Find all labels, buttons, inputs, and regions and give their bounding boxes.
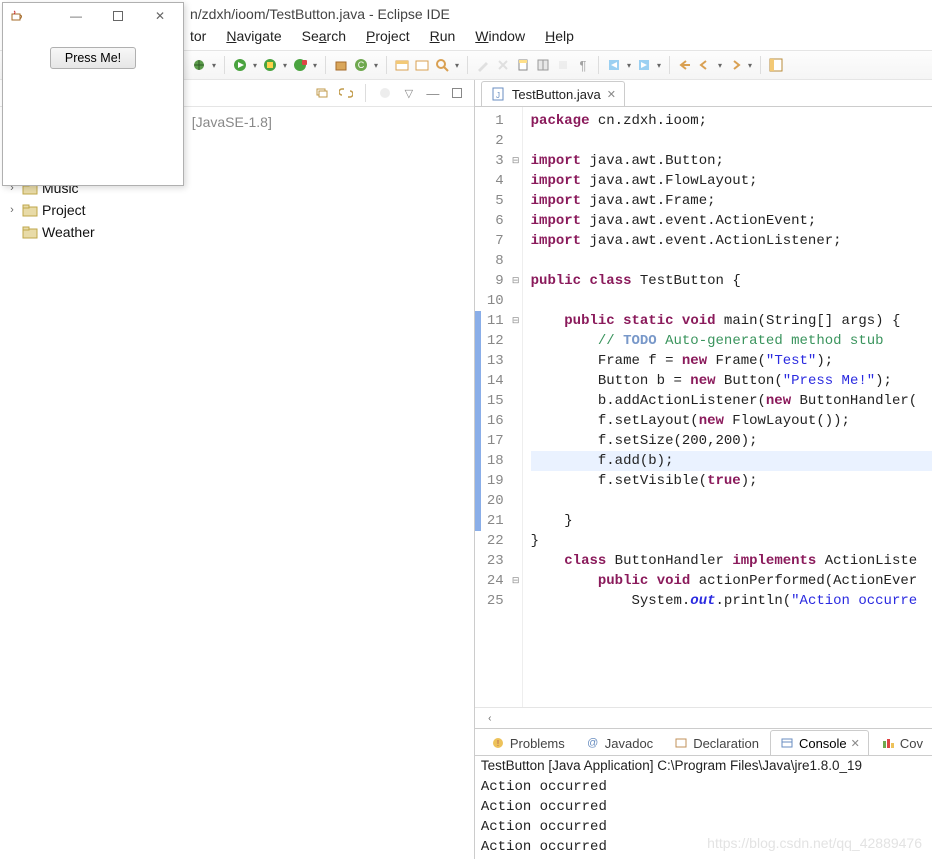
java-file-icon: J	[490, 86, 506, 102]
run-last-icon[interactable]	[291, 56, 309, 74]
menu-help[interactable]: Help	[545, 28, 574, 50]
tab-coverage-label: Cov	[900, 736, 923, 751]
new-class-icon[interactable]: C	[352, 56, 370, 74]
menu-search[interactable]: Search	[302, 28, 346, 50]
dropdown-icon[interactable]: ▾	[716, 56, 724, 74]
focus-task-icon[interactable]	[376, 84, 394, 102]
collapse-all-icon[interactable]	[313, 84, 331, 102]
java-test-window[interactable]: — ✕ Press Me!	[2, 2, 184, 186]
open-type-icon[interactable]	[393, 56, 411, 74]
svg-text:C: C	[358, 60, 365, 70]
close-tab-icon[interactable]: ✕	[607, 88, 616, 101]
cut-icon[interactable]	[494, 56, 512, 74]
edit-icon[interactable]	[474, 56, 492, 74]
paste-icon[interactable]	[514, 56, 532, 74]
menu-project[interactable]: Project	[366, 28, 410, 50]
search-icon[interactable]	[433, 56, 451, 74]
menu-edit[interactable]: tor	[190, 28, 206, 50]
book-icon[interactable]	[534, 56, 552, 74]
editor-tab-testbutton[interactable]: J TestButton.java ✕	[481, 81, 625, 106]
dropdown-icon[interactable]: ▾	[453, 56, 461, 74]
minimize-button[interactable]: —	[55, 5, 97, 27]
prev-annotation-icon[interactable]	[605, 56, 623, 74]
editor-horizontal-scrollbar[interactable]: ‹	[475, 707, 932, 728]
menu-navigate[interactable]: Navigate	[226, 28, 281, 50]
perspective-icon[interactable]	[767, 56, 785, 74]
link-editor-icon[interactable]	[337, 84, 355, 102]
maximize-button[interactable]	[97, 5, 139, 27]
tab-console-label: Console	[799, 736, 847, 751]
dropdown-icon[interactable]: ▾	[372, 56, 380, 74]
toggle-icon[interactable]	[554, 56, 572, 74]
project-project-node[interactable]: › Project	[6, 199, 468, 221]
dropdown-icon[interactable]: ▾	[281, 56, 289, 74]
svg-text:!: !	[497, 739, 499, 748]
tab-problems[interactable]: ! Problems	[481, 730, 574, 755]
project-label: Project	[42, 202, 86, 218]
console-title: TestButton [Java Application] C:\Program…	[475, 756, 932, 775]
watermark-text: https://blog.csdn.net/qq_42889476	[707, 835, 922, 851]
java-cup-icon	[9, 8, 25, 24]
forward-icon[interactable]	[726, 56, 744, 74]
dropdown-icon[interactable]: ▾	[311, 56, 319, 74]
weather-label: Weather	[42, 224, 95, 240]
package-explorer: ▽ — › JRE System Library [JavaSE-1.8] ⌄ …	[0, 80, 475, 859]
tab-problems-label: Problems	[510, 736, 565, 751]
menu-window[interactable]: Window	[475, 28, 525, 50]
menu-run[interactable]: Run	[430, 28, 456, 50]
tab-javadoc-label: Javadoc	[605, 736, 653, 751]
declaration-icon	[673, 735, 689, 751]
minimize-view-icon[interactable]: —	[424, 84, 442, 102]
open-task-icon[interactable]	[413, 56, 431, 74]
tab-coverage[interactable]: Cov	[871, 730, 932, 755]
back-alt-icon[interactable]	[696, 56, 714, 74]
new-package-icon[interactable]	[332, 56, 350, 74]
press-me-button[interactable]: Press Me!	[50, 47, 136, 69]
java-window-titlebar[interactable]: — ✕	[3, 3, 183, 29]
project-icon	[22, 224, 38, 240]
back-icon[interactable]	[676, 56, 694, 74]
problems-icon: !	[490, 735, 506, 751]
scroll-left-icon[interactable]: ‹	[483, 711, 497, 725]
next-annotation-icon[interactable]	[635, 56, 653, 74]
bottom-view-tabs: ! Problems @ Javadoc Declaration Console…	[475, 728, 932, 755]
dropdown-icon[interactable]: ▾	[655, 56, 663, 74]
debug-icon[interactable]	[190, 56, 208, 74]
jre-version-label: [JavaSE-1.8]	[192, 114, 272, 130]
project-tree[interactable]: › JRE System Library [JavaSE-1.8] ⌄ src …	[0, 107, 474, 859]
coverage-icon[interactable]	[261, 56, 279, 74]
run-icon[interactable]	[231, 56, 249, 74]
console-icon	[779, 735, 795, 751]
tab-pin-icon[interactable]: ✕	[851, 737, 860, 750]
editor-tab-bar: J TestButton.java ✕	[475, 80, 932, 107]
project-icon	[22, 202, 38, 218]
tab-declaration[interactable]: Declaration	[664, 730, 768, 755]
code-editor[interactable]: 1234567891011121314151617181920212223242…	[475, 107, 932, 707]
tab-console[interactable]: Console ✕	[770, 730, 869, 755]
coverage-tab-icon	[880, 735, 896, 751]
javadoc-icon: @	[585, 735, 601, 751]
dropdown-icon[interactable]: ▾	[210, 56, 218, 74]
tab-declaration-label: Declaration	[693, 736, 759, 751]
close-button[interactable]: ✕	[139, 5, 181, 27]
editor-tab-label: TestButton.java	[512, 87, 601, 102]
maximize-view-icon[interactable]	[448, 84, 466, 102]
svg-text:J: J	[496, 91, 500, 100]
dropdown-icon[interactable]: ▾	[251, 56, 259, 74]
view-menu-icon[interactable]: ▽	[400, 84, 418, 102]
pin-icon[interactable]: ¶	[574, 56, 592, 74]
dropdown-icon[interactable]: ▾	[746, 56, 754, 74]
dropdown-icon[interactable]: ▾	[625, 56, 633, 74]
tab-javadoc[interactable]: @ Javadoc	[576, 730, 662, 755]
weather-project-node[interactable]: Weather	[6, 221, 468, 243]
